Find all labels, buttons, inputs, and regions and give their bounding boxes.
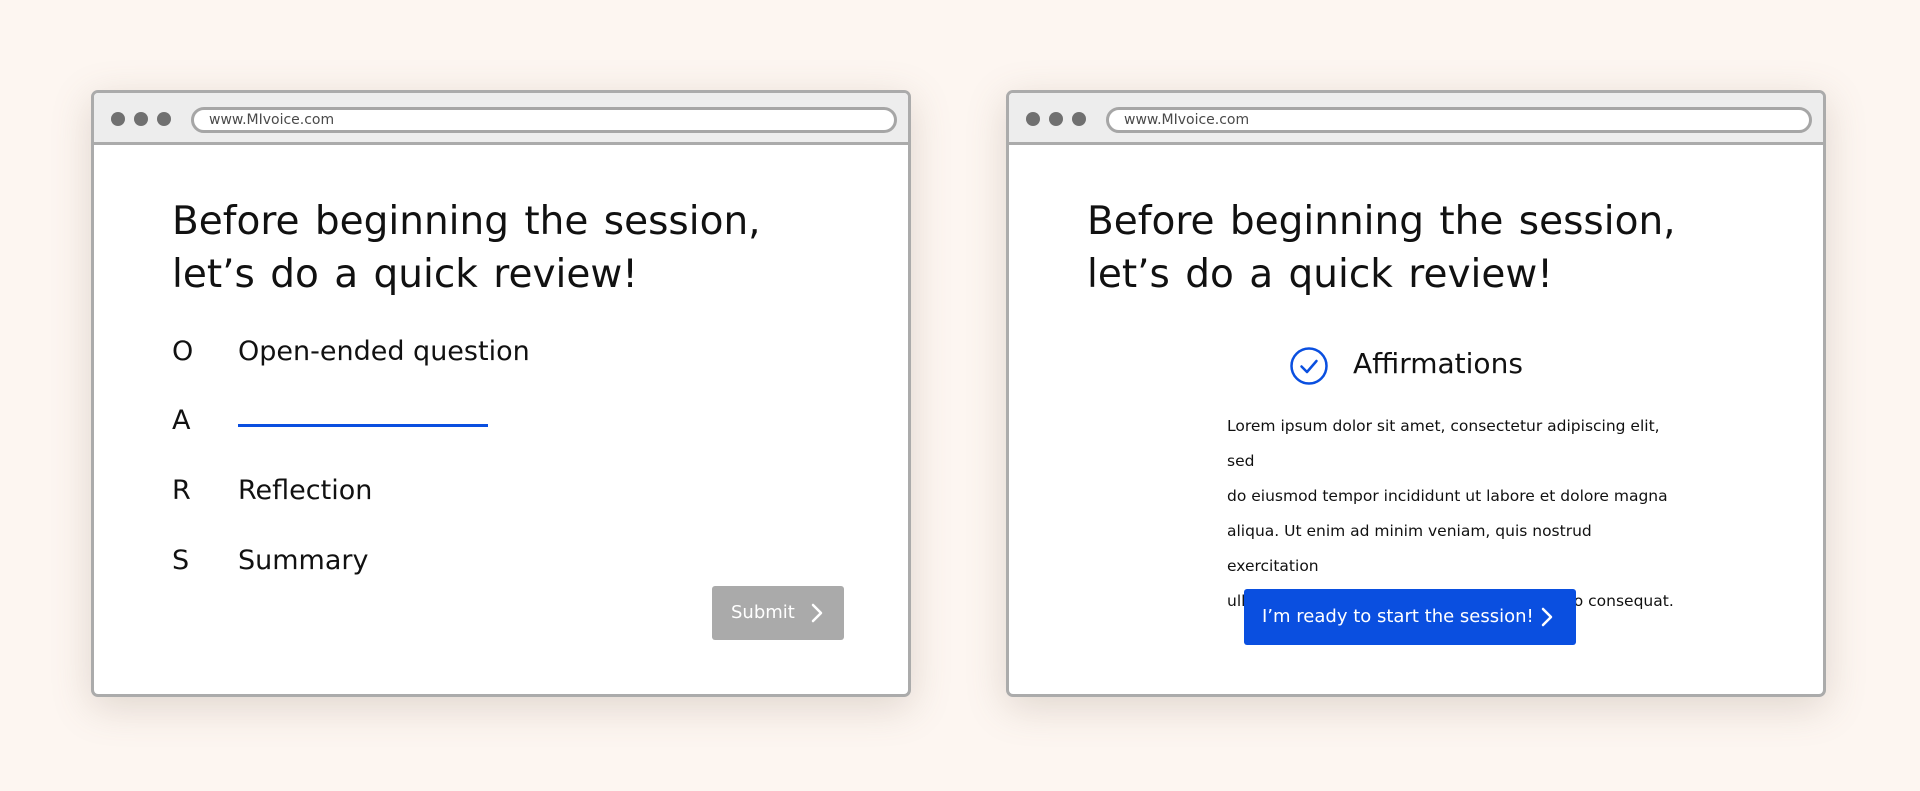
page-title: Before beginning the session, let’s do a… [172,195,761,301]
browser-toolbar: www.MIvoice.com [94,93,908,145]
description-line: aliqua. Ut enim ad minim veniam, quis no… [1227,522,1592,575]
page-title-line-2: let’s do a quick review! [1087,252,1553,297]
page-title: Before beginning the session, let’s do a… [1087,195,1676,301]
oars-item-answer: A [172,403,772,439]
oars-label: Reflection [238,475,373,506]
window-control-dot[interactable] [1072,112,1086,126]
browser-toolbar: www.MIvoice.com [1009,93,1823,145]
address-bar[interactable]: www.MIvoice.com [1106,107,1812,133]
window-control-dot[interactable] [1026,112,1040,126]
address-bar[interactable]: www.MIvoice.com [191,107,897,133]
oars-letter: O [172,336,194,367]
right-browser-window: www.MIvoice.com Before beginning the ses… [1006,90,1826,697]
window-control-dot[interactable] [134,112,148,126]
oars-label: Summary [238,545,369,576]
oars-item-reflection: R Reflection [172,473,772,509]
oars-letter: A [172,405,191,436]
start-session-button-label: I’m ready to start the session! [1262,606,1534,627]
window-control-dot[interactable] [157,112,171,126]
window-control-dot[interactable] [1049,112,1063,126]
description-text: Lorem ipsum dolor sit amet, consectetur … [1227,409,1677,619]
description-line: do eiusmod tempor incididunt ut labore e… [1227,487,1668,505]
oars-label: Open-ended question [238,336,530,367]
page-title-line-2: let’s do a quick review! [172,252,638,297]
oars-item-summary: S Summary [172,543,772,579]
section-title: Affirmations [1353,347,1523,380]
left-browser-window: www.MIvoice.com Before beginning the ses… [91,90,911,697]
window-control-dot[interactable] [111,112,125,126]
start-session-button[interactable]: I’m ready to start the session! [1244,589,1576,645]
oars-item-open-ended: O Open-ended question [172,334,772,370]
page-title-line-1: Before beginning the session, [172,199,761,244]
description-line: Lorem ipsum dolor sit amet, consectetur … [1227,417,1660,470]
chevron-right-icon [1541,607,1553,627]
oars-letter: S [172,545,190,576]
chevron-right-icon [811,603,823,623]
page-title-line-1: Before beginning the session, [1087,199,1676,244]
check-circle-icon [1290,347,1328,385]
submit-button[interactable]: Submit [712,586,844,640]
oars-letter: R [172,475,191,506]
submit-button-label: Submit [731,602,795,623]
affirmation-answer-input[interactable] [238,424,488,427]
